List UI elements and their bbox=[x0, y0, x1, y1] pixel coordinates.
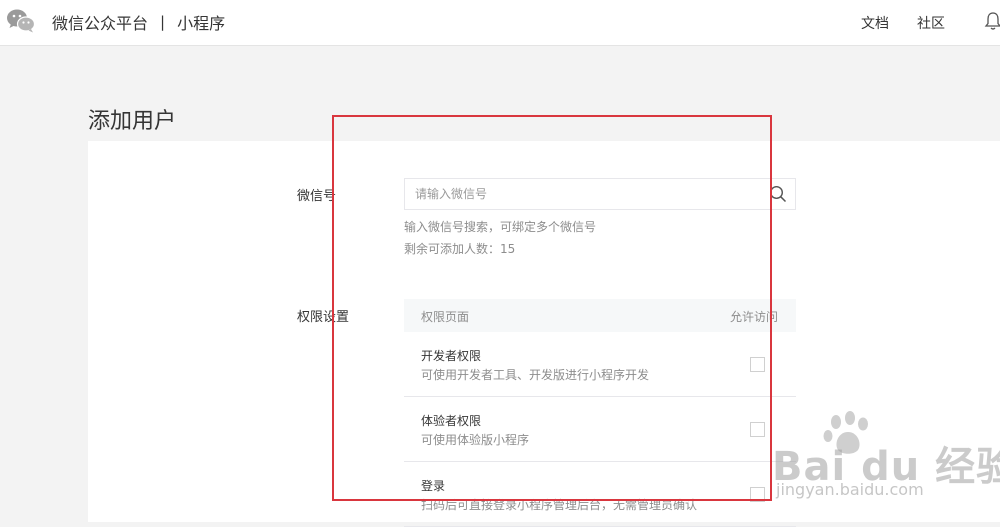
column-header-page: 权限页面 bbox=[421, 310, 470, 324]
permission-title: 登录 bbox=[421, 479, 446, 493]
bell-icon[interactable] bbox=[984, 11, 1000, 31]
permission-settings-label: 权限设置 bbox=[297, 310, 350, 325]
top-bar: 微信公众平台 | 小程序 文档 社区 bbox=[0, 0, 1000, 46]
permission-description: 可使用体验版小程序 bbox=[421, 433, 530, 447]
permission-row-login: 登录 扫码后可直接登录小程序管理后台，无需管理员确认 bbox=[404, 462, 796, 527]
brand-name[interactable]: 微信公众平台 bbox=[52, 10, 148, 34]
remaining-count: 剩余可添加人数：15 bbox=[404, 242, 516, 256]
permission-table-header: 权限页面 允许访问 bbox=[404, 299, 796, 332]
brand: 微信公众平台 | 小程序 bbox=[52, 10, 225, 34]
search-hint: 输入微信号搜索，可绑定多个微信号 bbox=[404, 220, 597, 234]
brand-separator: | bbox=[160, 13, 166, 31]
column-header-allow: 允许访问 bbox=[729, 310, 778, 324]
wechat-logo-icon[interactable] bbox=[6, 8, 36, 34]
wechat-id-input[interactable] bbox=[405, 179, 765, 209]
product-name: 小程序 bbox=[177, 14, 226, 33]
permission-description: 扫码后可直接登录小程序管理后台，无需管理员确认 bbox=[421, 498, 698, 512]
allow-checkbox[interactable] bbox=[750, 422, 765, 437]
allow-checkbox[interactable] bbox=[750, 357, 765, 372]
permission-description: 可使用开发者工具、开发版进行小程序开发 bbox=[421, 368, 650, 382]
permission-row-developer: 开发者权限 可使用开发者工具、开发版进行小程序开发 bbox=[404, 332, 796, 397]
wechat-id-label: 微信号 bbox=[297, 189, 337, 204]
permission-table: 权限页面 允许访问 开发者权限 可使用开发者工具、开发版进行小程序开发 体验者权… bbox=[404, 299, 796, 527]
permission-row-tester: 体验者权限 可使用体验版小程序 bbox=[404, 397, 796, 462]
docs-link[interactable]: 文档 bbox=[861, 13, 889, 33]
search-icon[interactable] bbox=[769, 185, 787, 203]
page-title: 添加用户 bbox=[88, 108, 177, 134]
permission-title: 开发者权限 bbox=[421, 349, 482, 363]
allow-checkbox[interactable] bbox=[750, 487, 765, 502]
community-link[interactable]: 社区 bbox=[917, 13, 945, 33]
wechat-search-box bbox=[404, 178, 796, 210]
permission-title: 体验者权限 bbox=[421, 414, 482, 428]
